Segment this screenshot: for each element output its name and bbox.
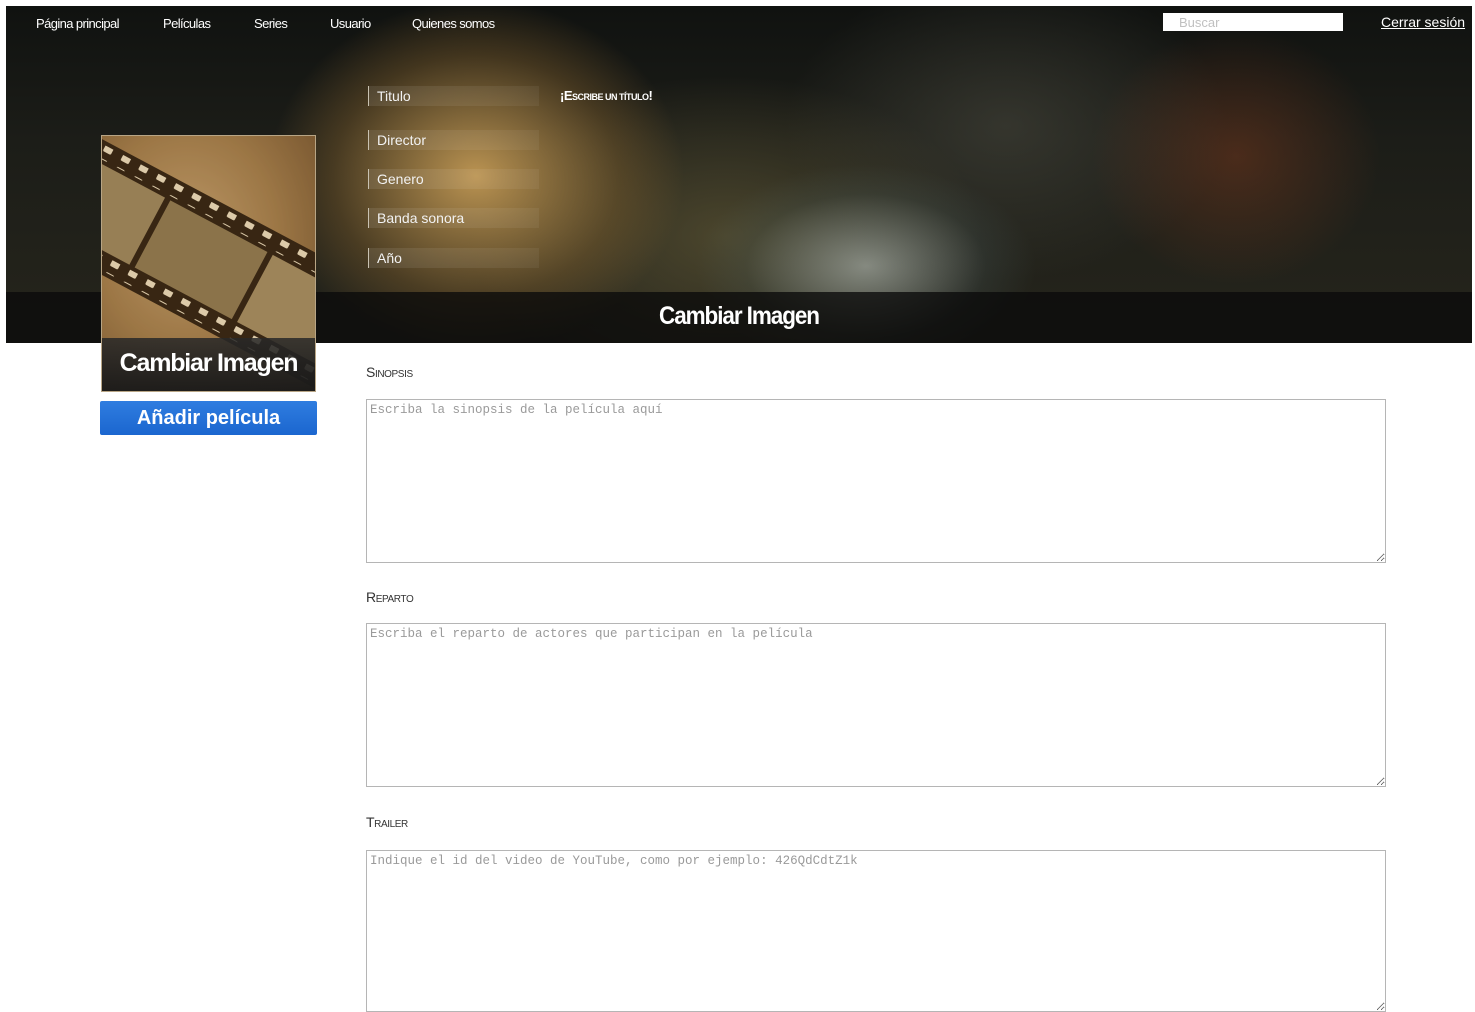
cast-label-rest: EPARTO [375,594,414,605]
title-prompt[interactable]: ¡ESCRIBE UN TÍTULO! [560,88,653,103]
title-prompt-first: ¡E [560,88,573,103]
synopsis-label-cap: S [366,364,375,380]
nav-item-series[interactable]: Series [254,16,288,31]
poster-image[interactable]: Cambiar Imagen [101,135,316,392]
add-movie-button[interactable]: Añadir película [100,401,317,435]
logout-link[interactable]: Cerrar sesión [1381,14,1465,30]
field-genre[interactable]: Genero [368,169,539,189]
section-label-cast: REPARTO [366,589,414,605]
field-director-label: Director [377,132,427,148]
field-title-label: Titulo [377,88,411,104]
nav-item-about[interactable]: Quienes somos [412,16,495,31]
synopsis-label-rest: INOPSIS [374,369,413,380]
trailer-label-cap: T [366,814,375,830]
field-genre-label: Genero [377,171,424,187]
title-prompt-end: ! [648,88,653,103]
field-year-label: Año [377,250,402,266]
search-input[interactable] [1163,13,1343,31]
section-label-synopsis: SINOPSIS [366,364,413,380]
synopsis-textarea[interactable] [366,399,1386,563]
field-director[interactable]: Director [368,130,539,150]
field-year[interactable]: Año [368,248,539,268]
field-soundtrack-label: Banda sonora [377,210,465,226]
cast-textarea[interactable] [366,623,1386,787]
section-label-trailer: TRAILER [366,814,408,830]
nav-item-home[interactable]: Página principal [36,16,120,31]
title-prompt-rest: SCRIBE UN TÍTULO [572,92,649,102]
trailer-label-rest: RAILER [374,819,408,830]
nav-item-user[interactable]: Usuario [330,16,371,31]
trailer-textarea[interactable] [366,850,1386,1012]
nav-item-movies[interactable]: Películas [163,16,211,31]
field-title[interactable]: Titulo [368,86,539,106]
field-soundtrack[interactable]: Banda sonora [368,208,539,228]
poster-change-label[interactable]: Cambiar Imagen [102,338,315,391]
cast-label-cap: R [366,589,376,605]
